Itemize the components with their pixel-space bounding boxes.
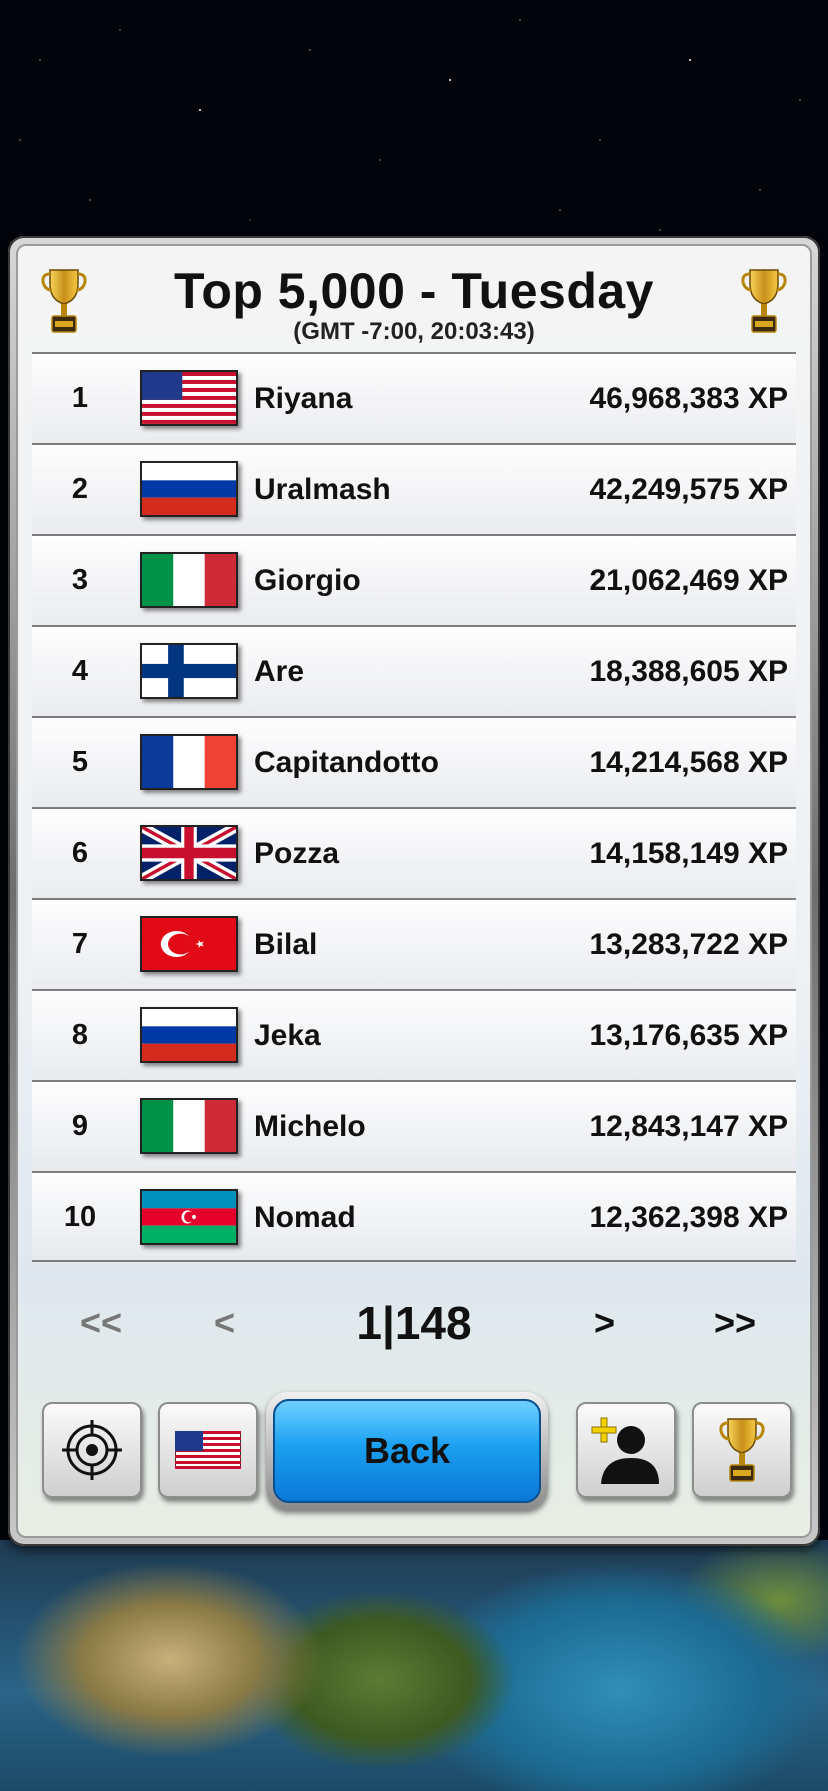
azerbaijan-flag-icon — [140, 1189, 238, 1245]
bottom-toolbar: Back — [18, 1390, 810, 1510]
leaderboard-row[interactable]: 1 Riyana 46,968,383 XP — [32, 352, 796, 443]
player-name: Giorgio — [254, 564, 361, 597]
rank-number: 5 — [71, 746, 89, 778]
leaderboard-row[interactable]: 4 Are 18,388,605 XP — [32, 625, 796, 716]
player-xp: 14,158,149 XP — [589, 837, 788, 870]
turkey-flag-icon — [140, 916, 238, 972]
player-xp: 13,283,722 XP — [589, 928, 788, 961]
player-name: Nomad — [254, 1201, 356, 1234]
next-page-button[interactable]: > — [594, 1288, 615, 1358]
rank-number: 1 — [71, 382, 89, 414]
leaderboard-list: 1 Riyana 46,968,383 XP 2 Uralmash 42,249,575 … — [32, 352, 796, 1262]
leaderboard-row[interactable]: 6 Pozza 14,158,149 XP — [32, 807, 796, 898]
leaderboard-header: Top 5,000 - Tuesday (GMT -7:00, 20:03:43… — [18, 246, 810, 352]
trophy-icon — [719, 1418, 765, 1482]
rank-number: 8 — [71, 1019, 89, 1051]
player-xp: 21,062,469 XP — [589, 564, 788, 597]
leaderboard-panel: Top 5,000 - Tuesday (GMT -7:00, 20:03:43… — [8, 236, 820, 1546]
target-icon — [62, 1420, 122, 1480]
player-name: Michelo — [254, 1110, 366, 1143]
player-name: Are — [254, 655, 305, 688]
player-xp: 18,388,605 XP — [589, 655, 788, 688]
last-page-button[interactable]: >> — [714, 1288, 756, 1358]
leaderboard-row[interactable]: 2 Uralmash 42,249,575 XP — [32, 443, 796, 534]
find-me-button[interactable] — [42, 1402, 142, 1498]
earth-background — [0, 1540, 828, 1791]
leaderboard-row[interactable]: 3 Giorgio 21,062,469 XP — [32, 534, 796, 625]
country-filter-button[interactable] — [158, 1402, 258, 1498]
player-name: Jeka — [254, 1019, 321, 1052]
player-xp: 46,968,383 XP — [589, 382, 788, 415]
page-title: Top 5,000 - Tuesday — [173, 263, 654, 319]
player-xp: 42,249,575 XP — [589, 473, 788, 506]
rankings-button[interactable] — [692, 1402, 792, 1498]
back-button[interactable]: Back — [266, 1392, 548, 1510]
uk-flag-icon — [140, 825, 238, 881]
player-xp: 12,362,398 XP — [589, 1201, 788, 1234]
player-xp: 14,214,568 XP — [589, 746, 788, 779]
russia-flag-icon — [140, 1007, 238, 1063]
italy-flag-icon — [140, 1098, 238, 1154]
usa-flag-icon — [140, 370, 238, 426]
leaderboard-row[interactable]: 5 Capitandotto 14,214,568 XP — [32, 716, 796, 807]
france-flag-icon — [140, 734, 238, 790]
rank-number: 7 — [71, 928, 89, 960]
add-friend-icon — [591, 1417, 659, 1484]
trophy-icon — [741, 269, 787, 333]
player-name: Uralmash — [254, 473, 391, 506]
finland-flag-icon — [140, 643, 238, 699]
rank-number: 10 — [63, 1201, 97, 1233]
leaderboard-row[interactable]: 10 Nomad 12,362,398 XP — [32, 1171, 796, 1262]
leaderboard-row[interactable]: 8 Jeka 13,176,635 XP — [32, 989, 796, 1080]
italy-flag-icon — [140, 552, 238, 608]
player-name: Capitandotto — [254, 746, 439, 779]
rank-number: 6 — [71, 837, 89, 869]
player-name: Pozza — [254, 837, 340, 870]
player-name: Bilal — [254, 928, 318, 961]
rank-number: 2 — [71, 473, 89, 505]
page-indicator: 1|148 — [356, 1297, 472, 1349]
rank-number: 4 — [71, 655, 89, 687]
rank-number: 3 — [71, 564, 89, 596]
player-xp: 13,176,635 XP — [589, 1019, 788, 1052]
usa-flag-icon — [175, 1431, 241, 1469]
timezone-clock: (GMT -7:00, 20:03:43) — [293, 318, 535, 345]
back-button-label: Back — [273, 1399, 541, 1503]
russia-flag-icon — [140, 461, 238, 517]
rank-number: 9 — [71, 1110, 89, 1142]
pagination: << < 1|148 > >> — [18, 1288, 810, 1358]
add-friend-button[interactable] — [576, 1402, 676, 1498]
player-xp: 12,843,147 XP — [589, 1110, 788, 1143]
player-name: Riyana — [254, 382, 353, 415]
leaderboard-row[interactable]: 7 Bilal 13,283,722 XP — [32, 898, 796, 989]
leaderboard-panel-inner: Top 5,000 - Tuesday (GMT -7:00, 20:03:43… — [16, 244, 812, 1538]
leaderboard-row[interactable]: 9 Michelo 12,843,147 XP — [32, 1080, 796, 1171]
